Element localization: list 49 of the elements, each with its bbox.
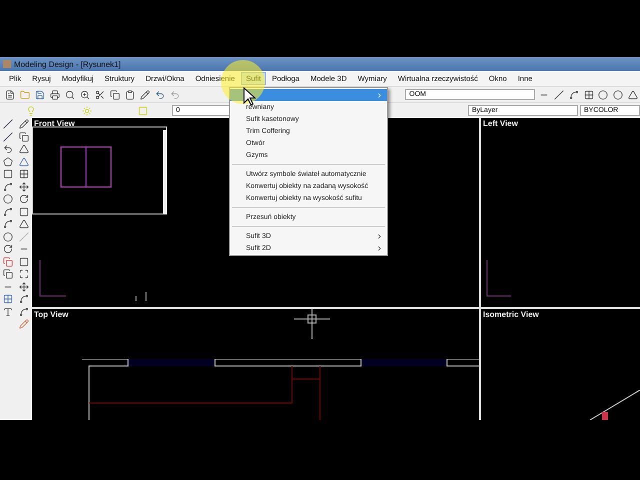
viewport-title: Left View — [483, 119, 518, 128]
zoom-icon[interactable] — [80, 90, 90, 100]
ellipse-icon[interactable] — [3, 232, 13, 242]
frame-icon[interactable] — [19, 269, 29, 280]
viewport-title: Front View — [34, 119, 75, 128]
arrows-icon[interactable] — [19, 282, 29, 292]
triangle-icon[interactable] — [19, 144, 29, 154]
viewport-title: Isometric View — [483, 310, 539, 319]
curve-icon[interactable] — [568, 90, 579, 100]
scissors-icon[interactable] — [95, 90, 106, 100]
copy-icon[interactable] — [3, 269, 13, 280]
axis-icon — [39, 260, 67, 297]
circle-icon[interactable] — [3, 194, 13, 204]
grid-icon[interactable] — [584, 90, 594, 100]
hatch-icon[interactable] — [3, 294, 13, 304]
text-icon[interactable] — [3, 306, 13, 317]
triangle-icon[interactable] — [628, 90, 638, 100]
search-icon[interactable] — [65, 90, 76, 100]
viewport-title: Top View — [34, 310, 68, 319]
square-icon[interactable] — [19, 206, 29, 217]
pencil-icon[interactable] — [140, 90, 150, 100]
axis-icon — [486, 260, 512, 297]
undo-icon[interactable] — [154, 90, 165, 100]
copy-icon[interactable] — [19, 132, 29, 142]
curve-icon[interactable] — [19, 294, 29, 304]
copy-icon[interactable] — [110, 90, 120, 100]
printer-icon[interactable] — [50, 90, 60, 100]
move-icon[interactable] — [19, 182, 29, 192]
line-icon[interactable] — [554, 90, 564, 100]
circle-icon[interactable] — [598, 90, 608, 100]
line-icon[interactable] — [3, 119, 13, 130]
menu-entry[interactable] — [230, 89, 387, 101]
grid-icon[interactable] — [19, 169, 29, 180]
triangle-icon[interactable] — [19, 156, 29, 167]
curve-icon[interactable] — [3, 219, 13, 230]
rotate-icon[interactable] — [19, 194, 29, 204]
window-title: Modeling Design - [Rysunek1] — [14, 60, 121, 68]
triangle-icon[interactable] — [19, 219, 29, 230]
line-icon[interactable] — [3, 132, 13, 142]
document-icon[interactable] — [5, 90, 16, 100]
app-icon — [3, 60, 11, 68]
circle-icon[interactable] — [613, 90, 624, 100]
pentagon-icon[interactable] — [3, 156, 13, 167]
tick-marks — [135, 292, 147, 301]
rectangle-icon[interactable] — [19, 256, 29, 267]
curve-icon[interactable] — [19, 306, 29, 317]
rectangle-icon[interactable] — [3, 169, 13, 180]
crosshair-icon — [294, 309, 330, 339]
clipboard-icon[interactable] — [124, 90, 135, 100]
